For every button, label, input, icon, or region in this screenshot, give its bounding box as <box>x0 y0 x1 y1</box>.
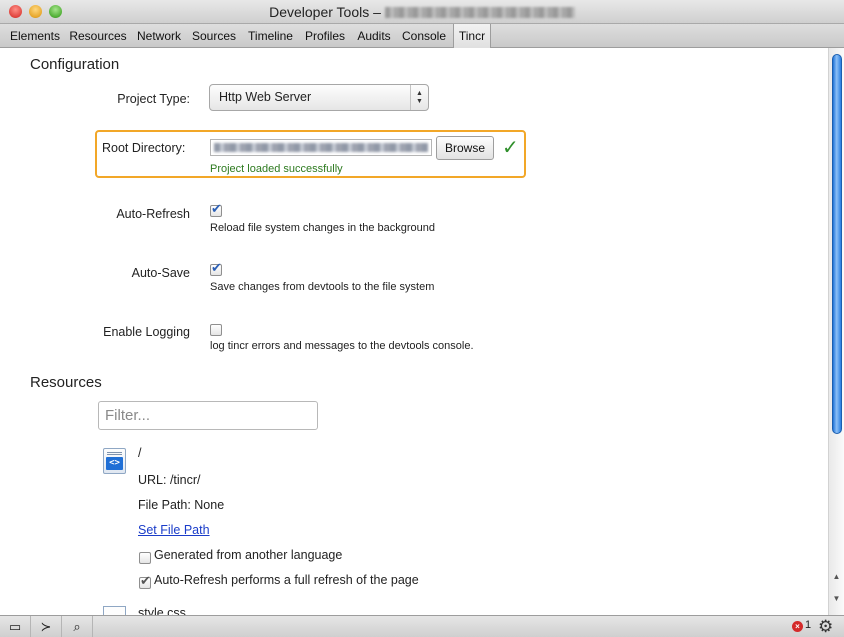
auto-refresh-description: Reload file system changes in the backgr… <box>210 222 436 234</box>
auto-save-checkbox[interactable] <box>210 260 222 276</box>
success-check-icon: ✓ <box>502 137 519 159</box>
tab-network[interactable]: Network <box>133 24 185 47</box>
dock-toggle-icon[interactable]: ▭ <box>0 616 31 637</box>
auto-save-label: Auto-Save <box>131 266 190 280</box>
resources-title: Resources <box>30 374 102 391</box>
project-status-message: Project loaded successfully <box>210 163 343 175</box>
search-icon[interactable]: ⌕ <box>62 616 93 637</box>
resources-filter-input[interactable] <box>98 401 318 430</box>
tincr-panel: Configuration Project Type: Http Web Ser… <box>0 48 828 615</box>
error-icon[interactable]: × <box>792 621 803 632</box>
tab-sources[interactable]: Sources <box>189 24 239 47</box>
set-file-path-link[interactable]: Set File Path <box>138 523 210 537</box>
resource-url: URL: /tincr/ <box>138 473 201 487</box>
enable-logging-checkbox[interactable] <box>210 324 222 336</box>
tab-timeline[interactable]: Timeline <box>243 24 298 47</box>
vertical-scrollbar[interactable]: ▲ ▼ <box>828 48 844 615</box>
auto-refresh-label: Auto-Refresh <box>116 207 190 221</box>
root-directory-label: Root Directory: <box>102 141 186 155</box>
tab-tincr[interactable]: Tincr <box>453 24 491 48</box>
console-toggle-icon[interactable]: ≻ <box>31 616 62 637</box>
gear-icon[interactable]: ⚙ <box>818 616 833 637</box>
root-directory-highlight: Root Directory: Browse ✓ Project loaded … <box>95 130 526 178</box>
status-bar: ▭ ≻ ⌕ × 1 ⚙ <box>0 615 844 637</box>
window-title-text: Developer Tools – <box>269 4 381 20</box>
project-type-label: Project Type: <box>117 92 190 106</box>
resource-name: / <box>138 446 142 460</box>
redacted-path <box>214 143 428 152</box>
next-resource-name: style.css <box>138 606 186 615</box>
resource-file-path: File Path: None <box>138 498 225 512</box>
error-count[interactable]: 1 <box>805 619 811 631</box>
tab-elements[interactable]: Elements <box>6 24 64 47</box>
title-bar: Developer Tools – <box>0 0 844 24</box>
enable-logging-description: log tincr errors and messages to the dev… <box>210 340 474 352</box>
scroll-up-arrow-icon[interactable]: ▲ <box>831 572 842 581</box>
panel-tab-bar: Elements Resources Network Sources Timel… <box>0 24 844 48</box>
tab-audits[interactable]: Audits <box>353 24 395 47</box>
browse-button[interactable]: Browse <box>436 136 494 160</box>
tab-profiles[interactable]: Profiles <box>301 24 349 47</box>
window-title: Developer Tools – <box>0 4 844 20</box>
html-file-icon: <> <box>103 448 126 474</box>
enable-logging-label: Enable Logging <box>103 325 190 339</box>
full-refresh-label: Auto-Refresh performs a full refresh of … <box>154 573 419 587</box>
auto-refresh-checkbox[interactable] <box>210 201 222 217</box>
project-type-select[interactable]: Http Web Server ▲ ▼ <box>209 84 429 111</box>
scrollbar-thumb[interactable] <box>832 54 842 434</box>
configuration-title: Configuration <box>30 56 120 73</box>
generated-language-checkbox[interactable] <box>139 552 151 564</box>
auto-save-description: Save changes from devtools to the file s… <box>210 281 435 293</box>
tab-resources[interactable]: Resources <box>67 24 129 47</box>
redacted-url <box>384 7 575 18</box>
full-refresh-checkbox[interactable] <box>139 573 151 589</box>
tab-console[interactable]: Console <box>399 24 449 47</box>
project-type-value: Http Web Server <box>219 90 312 104</box>
generated-language-label: Generated from another language <box>154 548 343 562</box>
css-file-icon <box>103 606 126 615</box>
scroll-down-arrow-icon[interactable]: ▼ <box>831 594 842 603</box>
select-arrows-icon: ▲ ▼ <box>410 85 428 110</box>
root-directory-input[interactable] <box>210 139 432 156</box>
